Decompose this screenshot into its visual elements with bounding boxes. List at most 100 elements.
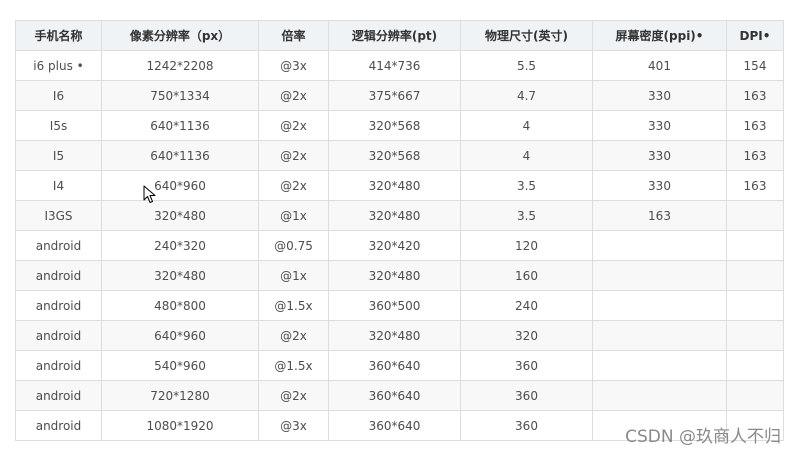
header-physical-size: 物理尺寸(英寸): [460, 20, 593, 51]
cell-ppi: [592, 380, 727, 411]
table-row: I4 640*960 @2x 320*480 3.5 330 163: [15, 170, 784, 201]
table-row: android 720*1280 @2x 360*640 360: [15, 380, 784, 411]
table-row: android 240*320 @0.75 320*420 120: [15, 230, 784, 261]
cell-ppi: 330: [592, 170, 727, 201]
cell-scale: @1.5x: [258, 290, 329, 321]
cell-dpi: 163: [726, 140, 784, 171]
cell-pixel-resolution: 480*800: [101, 290, 259, 321]
table-row: I5 640*1136 @2x 320*568 4 330 163: [15, 140, 784, 171]
cell-physical-size: 4: [460, 110, 593, 141]
cell-dpi: [726, 260, 784, 291]
mouse-pointer-icon: [143, 185, 156, 203]
cell-physical-size: 160: [460, 260, 593, 291]
cell-dpi: [726, 350, 784, 381]
cell-physical-size: 3.5: [460, 200, 593, 231]
header-scale: 倍率: [258, 20, 329, 51]
table-row: android 540*960 @1.5x 360*640 360: [15, 350, 784, 381]
cell-ppi: [592, 230, 727, 261]
cell-physical-size: 3.5: [460, 170, 593, 201]
cell-ppi: 163: [592, 200, 727, 231]
cell-logical-resolution: 375*667: [328, 80, 461, 111]
cell-pixel-resolution: 640*1136: [101, 140, 259, 171]
header-logical-resolution: 逻辑分辨率(pt): [328, 20, 461, 51]
header-pixel-resolution: 像素分辨率（px）: [101, 20, 259, 51]
cell-device-name: I5: [15, 140, 102, 171]
cell-scale: @1.5x: [258, 350, 329, 381]
cell-device-name: android: [15, 230, 102, 261]
cell-device-name: i6 plus •: [15, 50, 102, 81]
cell-physical-size: 360: [460, 410, 593, 441]
cell-ppi: 330: [592, 80, 727, 111]
cell-logical-resolution: 320*480: [328, 200, 461, 231]
cell-ppi: [592, 320, 727, 351]
cell-scale: @2x: [258, 80, 329, 111]
cell-pixel-resolution: 640*960: [101, 320, 259, 351]
table-row: i6 plus • 1242*2208 @3x 414*736 5.5 401 …: [15, 50, 784, 81]
cell-device-name: android: [15, 320, 102, 351]
cell-ppi: 330: [592, 110, 727, 141]
cell-logical-resolution: 320*568: [328, 110, 461, 141]
cell-logical-resolution: 320*480: [328, 260, 461, 291]
cell-physical-size: 4: [460, 140, 593, 171]
cell-scale: @3x: [258, 50, 329, 81]
cell-scale: @0.75: [258, 230, 329, 261]
csdn-watermark: CSDN @玖商人不归: [625, 427, 781, 447]
cell-pixel-resolution: 540*960: [101, 350, 259, 381]
table-row: I3GS 320*480 @1x 320*480 3.5 163: [15, 200, 784, 231]
table-header-row: 手机名称 像素分辨率（px） 倍率 逻辑分辨率(pt) 物理尺寸(英寸) 屏幕密…: [15, 20, 784, 51]
cell-dpi: 163: [726, 170, 784, 201]
cell-device-name: I3GS: [15, 200, 102, 231]
cell-pixel-resolution: 640*1136: [101, 110, 259, 141]
cell-scale: @2x: [258, 380, 329, 411]
header-device-name: 手机名称: [15, 20, 102, 51]
cell-ppi: [592, 290, 727, 321]
cell-dpi: 163: [726, 80, 784, 111]
table-row: I6 750*1334 @2x 375*667 4.7 330 163: [15, 80, 784, 111]
cell-dpi: [726, 200, 784, 231]
cell-dpi: [726, 230, 784, 261]
table-row: android 320*480 @1x 320*480 160: [15, 260, 784, 291]
cell-pixel-resolution: 1080*1920: [101, 410, 259, 441]
cell-device-name: android: [15, 380, 102, 411]
cell-device-name: I5s: [15, 110, 102, 141]
table-row: android 640*960 @2x 320*480 320: [15, 320, 784, 351]
cell-dpi: 154: [726, 50, 784, 81]
cell-device-name: android: [15, 260, 102, 291]
cell-physical-size: 320: [460, 320, 593, 351]
cell-scale: @2x: [258, 110, 329, 141]
cell-ppi: 330: [592, 140, 727, 171]
cell-scale: @1x: [258, 200, 329, 231]
cell-device-name: I6: [15, 80, 102, 111]
cell-device-name: I4: [15, 170, 102, 201]
cell-pixel-resolution: 1242*2208: [101, 50, 259, 81]
table-row: android 480*800 @1.5x 360*500 240: [15, 290, 784, 321]
cell-scale: @2x: [258, 320, 329, 351]
cell-logical-resolution: 320*568: [328, 140, 461, 171]
cell-scale: @1x: [258, 260, 329, 291]
cell-logical-resolution: 414*736: [328, 50, 461, 81]
cell-dpi: [726, 290, 784, 321]
cell-pixel-resolution: 720*1280: [101, 380, 259, 411]
cell-physical-size: 5.5: [460, 50, 593, 81]
cell-logical-resolution: 360*640: [328, 380, 461, 411]
cell-device-name: android: [15, 350, 102, 381]
cell-ppi: [592, 350, 727, 381]
cell-scale: @2x: [258, 140, 329, 171]
cell-dpi: 163: [726, 110, 784, 141]
cell-pixel-resolution: 240*320: [101, 230, 259, 261]
cell-dpi: [726, 320, 784, 351]
cell-physical-size: 360: [460, 350, 593, 381]
cell-physical-size: 240: [460, 290, 593, 321]
cell-physical-size: 360: [460, 380, 593, 411]
cell-logical-resolution: 320*480: [328, 320, 461, 351]
cell-ppi: [592, 260, 727, 291]
table-row: I5s 640*1136 @2x 320*568 4 330 163: [15, 110, 784, 141]
cell-device-name: android: [15, 410, 102, 441]
cell-logical-resolution: 320*480: [328, 170, 461, 201]
cell-device-name: android: [15, 290, 102, 321]
cell-pixel-resolution: 320*480: [101, 200, 259, 231]
cell-physical-size: 4.7: [460, 80, 593, 111]
cell-pixel-resolution: 640*960: [101, 170, 259, 201]
cell-logical-resolution: 320*420: [328, 230, 461, 261]
cell-physical-size: 120: [460, 230, 593, 261]
